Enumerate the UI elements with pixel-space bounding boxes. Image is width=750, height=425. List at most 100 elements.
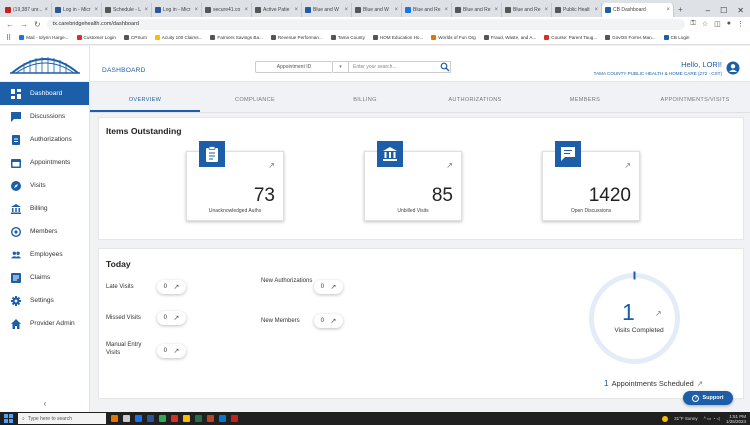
- tab-compliance[interactable]: COMPLIANCE: [200, 91, 310, 112]
- support-button[interactable]: ? Support: [683, 391, 733, 405]
- word-icon[interactable]: [147, 415, 154, 422]
- browser-tab[interactable]: Schedule - L ×: [102, 3, 152, 17]
- sidebar-item-provider-admin[interactable]: Provider Admin: [0, 312, 89, 335]
- bookmark[interactable]: Fraud, Waste, and A...: [483, 35, 536, 40]
- excel-icon[interactable]: [195, 415, 202, 422]
- browser-tab[interactable]: Blue and W ×: [352, 3, 402, 17]
- late-visits-pill[interactable]: 0 ↗: [157, 280, 186, 294]
- mail-icon[interactable]: [135, 415, 142, 422]
- bookmark[interactable]: Course: Parent Taug...: [544, 35, 597, 40]
- back-icon[interactable]: ←: [6, 20, 14, 29]
- browser-tab[interactable]: Log in - Micr ×: [52, 3, 102, 17]
- new-members-pill[interactable]: 0 ↗: [314, 314, 343, 328]
- chevron-down-icon[interactable]: ▾: [333, 61, 349, 73]
- windows-start-icon[interactable]: [4, 414, 13, 423]
- browser-tab[interactable]: Blue and Re ×: [452, 3, 502, 17]
- outlook-icon[interactable]: [171, 415, 178, 422]
- close-tab-icon[interactable]: ×: [544, 7, 548, 13]
- taskbar-search[interactable]: ⌕ Type here to search: [18, 413, 106, 424]
- close-tab-icon[interactable]: ×: [294, 7, 298, 13]
- file-explorer-icon[interactable]: [111, 415, 118, 422]
- close-tab-icon[interactable]: ×: [194, 7, 198, 13]
- bookmark[interactable]: Farmers Savings Ba...: [210, 35, 263, 40]
- sidebar-item-dashboard[interactable]: Dashboard: [0, 82, 89, 105]
- appointments-scheduled[interactable]: 1 Appointments Scheduled ↗: [604, 378, 703, 388]
- profile-icon[interactable]: ●: [727, 20, 731, 28]
- bookmark[interactable]: Acuity 100 Claims...: [154, 35, 202, 40]
- browser-tab[interactable]: Public Healt ×: [552, 3, 602, 17]
- close-tab-icon[interactable]: ×: [666, 7, 670, 13]
- close-window-icon[interactable]: ✕: [737, 6, 744, 15]
- menu-icon[interactable]: ⋮: [737, 20, 744, 28]
- maximize-icon[interactable]: ☐: [720, 6, 727, 15]
- close-tab-icon[interactable]: ×: [244, 7, 248, 13]
- bookmark[interactable]: Tama County: [330, 35, 365, 40]
- close-tab-icon[interactable]: ×: [394, 7, 398, 13]
- open-discussions-card[interactable]: ↗ 1420 Open Discussions: [542, 141, 640, 221]
- apps-icon[interactable]: ⠿: [6, 34, 11, 42]
- chrome-icon[interactable]: [159, 415, 166, 422]
- sidebar-item-settings[interactable]: Settings: [0, 289, 89, 312]
- teams-icon[interactable]: [219, 415, 226, 422]
- tab-overview[interactable]: OVERVIEW: [90, 91, 200, 112]
- close-tab-icon[interactable]: ×: [444, 7, 448, 13]
- search-input[interactable]: Enter your search...: [349, 61, 451, 73]
- browser-tab[interactable]: Blue and Re ×: [502, 3, 552, 17]
- browser-tab[interactable]: secure41.co ×: [202, 3, 252, 17]
- clock[interactable]: 1:51 PM 1/25/2024: [726, 414, 746, 424]
- key-icon[interactable]: ⚿: [691, 20, 696, 28]
- sidebar-item-billing[interactable]: Billing: [0, 197, 89, 220]
- close-tab-icon[interactable]: ×: [594, 7, 598, 13]
- browser-tab[interactable]: Active Patie ×: [252, 3, 302, 17]
- open-arrow-icon[interactable]: ↗: [268, 161, 275, 170]
- open-arrow-icon[interactable]: ↗: [655, 309, 662, 318]
- tab-members[interactable]: MEMBERS: [530, 91, 640, 112]
- bookmark[interactable]: Customer Login: [76, 35, 116, 40]
- sidebar-item-authorizations[interactable]: Authorizations: [0, 128, 89, 151]
- reload-icon[interactable]: ↻: [34, 20, 41, 29]
- collapse-sidebar-button[interactable]: ‹: [0, 399, 90, 408]
- close-tab-icon[interactable]: ×: [344, 7, 348, 13]
- search-icon[interactable]: [440, 62, 450, 72]
- acrobat-icon[interactable]: [231, 415, 238, 422]
- sidebar-item-discussions[interactable]: Discussions: [0, 105, 89, 128]
- url-field[interactable]: tx.carebridgehealth.com/dashboard: [46, 18, 685, 30]
- tab-authorizations[interactable]: AUTHORIZATIONS: [420, 91, 530, 112]
- folder-icon[interactable]: [183, 415, 190, 422]
- bookmark[interactable]: Revenue Performan...: [270, 35, 323, 40]
- weather-text[interactable]: 31°F Sunny: [674, 416, 698, 421]
- browser-tab[interactable]: Blue and Re ×: [402, 3, 452, 17]
- browser-tab[interactable]: Blue and W ×: [302, 3, 352, 17]
- open-arrow-icon[interactable]: ↗: [624, 161, 631, 170]
- close-tab-icon[interactable]: ×: [44, 7, 48, 13]
- bookmark[interactable]: Worlds of Fun Org: [431, 35, 476, 40]
- sidebar-item-claims[interactable]: Claims: [0, 266, 89, 289]
- close-tab-icon[interactable]: ×: [94, 7, 98, 13]
- bookmark[interactable]: HOM Education Ho...: [372, 35, 423, 40]
- sidebar-item-members[interactable]: Members: [0, 220, 89, 243]
- browser-tab[interactable]: (19,387 unr... ×: [2, 3, 52, 17]
- open-arrow-icon[interactable]: ↗: [446, 161, 453, 170]
- bookmark[interactable]: GovOS Forms Man...: [605, 35, 656, 40]
- task-view-icon[interactable]: [123, 415, 130, 422]
- search-type-select[interactable]: Appointment ID: [255, 61, 333, 73]
- close-tab-icon[interactable]: ×: [494, 7, 498, 13]
- tab-billing[interactable]: BILLING: [310, 91, 420, 112]
- minimize-icon[interactable]: –: [706, 6, 710, 15]
- sidebar-item-employees[interactable]: Employees: [0, 243, 89, 266]
- tab-appointments-visits[interactable]: APPOINTMENTS/VISITS: [640, 91, 750, 112]
- new-authorizations-pill[interactable]: 0 ↗: [314, 280, 343, 294]
- bookmark[interactable]: CB Login: [663, 35, 689, 40]
- unacknowledged-auths-card[interactable]: ↗ 73 Unacknowledged Auths: [186, 141, 284, 221]
- unbilled-visits-card[interactable]: ↗ 85 Unbilled Visits: [364, 141, 462, 221]
- powerpoint-icon[interactable]: [207, 415, 214, 422]
- sidebar-item-appointments[interactable]: Appointments: [0, 151, 89, 174]
- sidebar-item-visits[interactable]: Visits: [0, 174, 89, 197]
- missed-visits-pill[interactable]: 0 ↗: [157, 311, 186, 325]
- browser-tab[interactable]: CB Dashboard ×: [602, 3, 674, 17]
- account-icon[interactable]: [726, 61, 740, 75]
- tray-icons[interactable]: ^ ▭ ◔ ◁: [704, 416, 720, 422]
- new-tab-button[interactable]: +: [674, 3, 687, 17]
- manual-entry-visits-pill[interactable]: 0 ↗: [157, 344, 186, 358]
- star-icon[interactable]: ☆: [702, 20, 708, 28]
